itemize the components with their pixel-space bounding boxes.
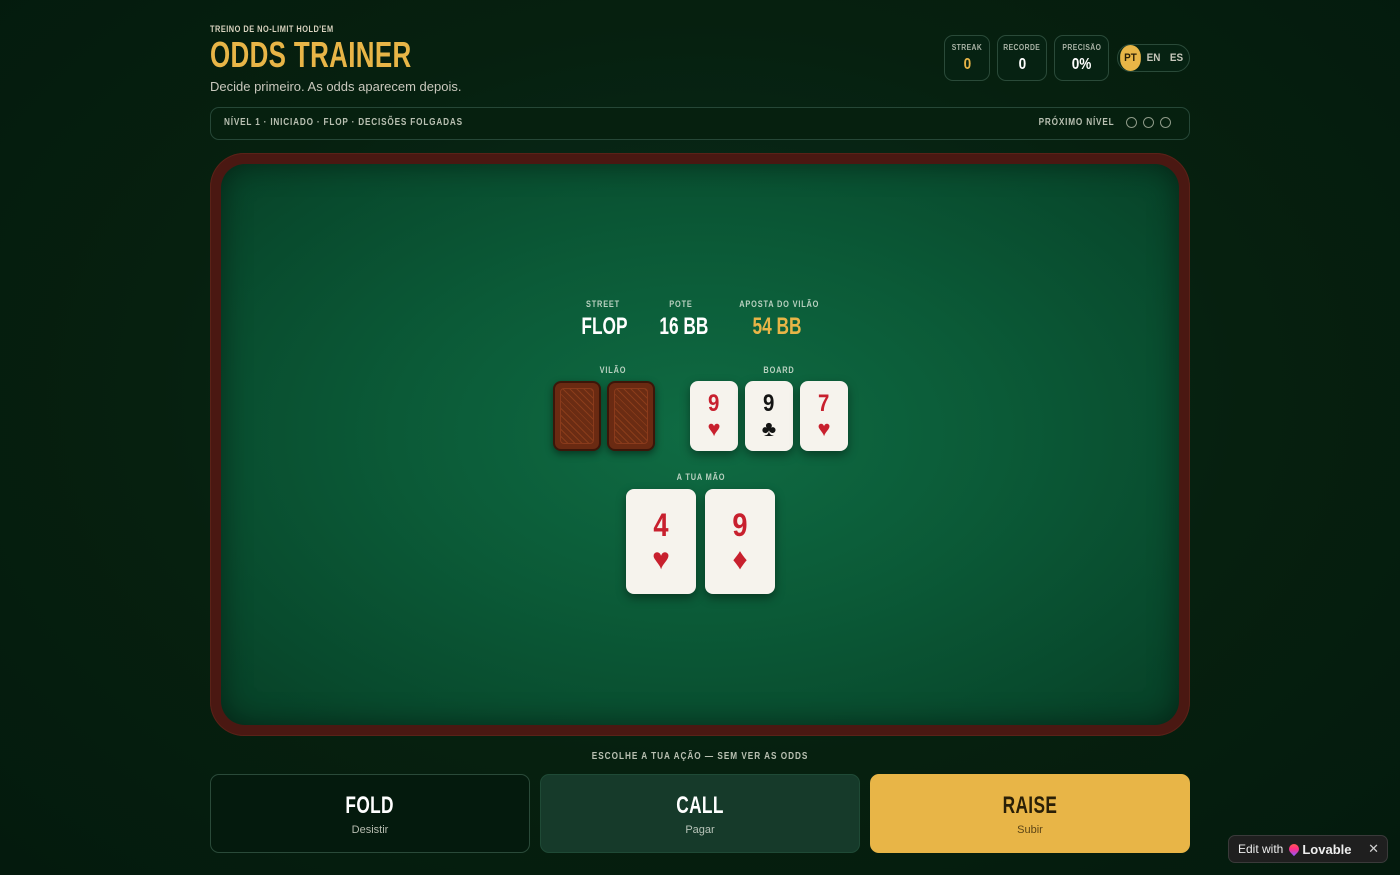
next-level-label: PRÓXIMO NÍVEL [1038, 117, 1114, 128]
action-hint: ESCOLHE A TUA AÇÃO — SEM VER AS ODDS [0, 751, 1400, 762]
stat-record: RECORDE 0 [997, 35, 1047, 81]
poker-table: STREET FLOP POTE 16 BB APOSTA DO VILÃO 5… [210, 153, 1190, 736]
lovable-brand-name: Lovable [1302, 841, 1352, 857]
villain-bet-label: APOSTA DO VILÃO [739, 299, 820, 309]
language-en-button[interactable]: EN [1143, 45, 1164, 71]
card-rank: 4 [653, 506, 669, 543]
board-card: 9 ♣ [745, 381, 793, 451]
hand-label: A TUA MÃO [676, 472, 726, 482]
card-rank: 9 [708, 390, 720, 417]
villain-card-back [607, 381, 655, 451]
hole-card: 4 ♥ [626, 489, 696, 594]
progress-dot [1126, 117, 1137, 128]
stat-record-label: RECORDE [1003, 42, 1041, 52]
call-button-title: CALL [676, 791, 724, 819]
stats-group: STREAK 0 RECORDE 0 PRECISÃO 0% PT EN ES [944, 35, 1190, 81]
call-button[interactable]: CALL Pagar [540, 774, 860, 853]
board-card: 7 ♥ [800, 381, 848, 451]
heart-icon: ♥ [817, 416, 831, 441]
action-hint-text: ESCOLHE A TUA AÇÃO — SEM VER AS ODDS [591, 751, 809, 762]
lovable-logo: Lovable [1287, 841, 1352, 857]
language-switcher: PT EN ES [1117, 44, 1190, 72]
raise-button[interactable]: RAISE Subir [870, 774, 1190, 853]
heart-icon: ♥ [652, 542, 670, 576]
street-info: STREET FLOP [573, 299, 633, 341]
heart-icon: ♥ [707, 416, 721, 441]
lovable-heart-icon [1287, 841, 1302, 857]
card-rank: 9 [763, 390, 775, 417]
stat-streak: STREAK 0 [944, 35, 990, 81]
app-title: ODDS TRAINER [210, 34, 412, 75]
hole-card: 9 ♦ [705, 489, 775, 594]
villain-card-back [553, 381, 601, 451]
fold-button[interactable]: FOLD Desistir [210, 774, 530, 853]
pot-label: POTE [669, 299, 693, 309]
villain-bet-info: APOSTA DO VILÃO 54 BB [731, 299, 823, 341]
app-header: TREINO DE NO-LIMIT HOLD'EM ODDS TRAINER … [210, 22, 1190, 102]
raise-button-subtitle: Subir [1017, 823, 1043, 836]
call-button-subtitle: Pagar [685, 823, 715, 836]
next-level-progress: PRÓXIMO NÍVEL [1022, 117, 1171, 128]
stat-streak-value: 0 [963, 55, 971, 73]
villain-label: VILÃO [599, 365, 627, 375]
close-icon[interactable]: ✕ [1368, 841, 1379, 857]
badge-prefix: Edit with [1238, 842, 1284, 856]
app-tagline: Decide primeiro. As odds aparecem depois… [210, 79, 462, 94]
club-icon: ♣ [761, 416, 777, 441]
level-description: NÍVEL 1 · INICIADO · FLOP · DECISÕES FOL… [224, 117, 463, 128]
level-bar: NÍVEL 1 · INICIADO · FLOP · DECISÕES FOL… [210, 107, 1190, 140]
stat-record-value: 0 [1018, 55, 1026, 73]
pot-info: POTE 16 BB [651, 299, 711, 341]
language-pt-button[interactable]: PT [1120, 45, 1141, 71]
stat-streak-label: STREAK [951, 42, 983, 52]
card-rank: 7 [818, 390, 830, 417]
street-value: FLOP [581, 313, 628, 340]
stat-accuracy: PRECISÃO 0% [1054, 35, 1109, 81]
progress-dot [1160, 117, 1171, 128]
diamond-icon: ♦ [732, 542, 748, 576]
fold-button-subtitle: Desistir [351, 823, 389, 836]
stat-accuracy-label: PRECISÃO [1062, 42, 1101, 52]
street-label: STREET [585, 299, 621, 309]
pot-value: 16 BB [659, 313, 709, 340]
fold-button-title: FOLD [345, 791, 395, 819]
table-felt: STREET FLOP POTE 16 BB APOSTA DO VILÃO 5… [221, 164, 1179, 725]
villain-bet-value: 54 BB [752, 313, 802, 340]
board-card: 9 ♥ [690, 381, 738, 451]
progress-dot [1143, 117, 1154, 128]
edit-with-lovable-badge[interactable]: Edit with Lovable ✕ [1228, 835, 1388, 863]
card-rank: 9 [732, 506, 748, 543]
board-label: BOARD [763, 365, 795, 375]
language-es-button[interactable]: ES [1166, 45, 1187, 71]
app-eyebrow: TREINO DE NO-LIMIT HOLD'EM [210, 24, 334, 34]
stat-accuracy-value: 0% [1071, 55, 1092, 73]
raise-button-title: RAISE [1002, 791, 1058, 819]
